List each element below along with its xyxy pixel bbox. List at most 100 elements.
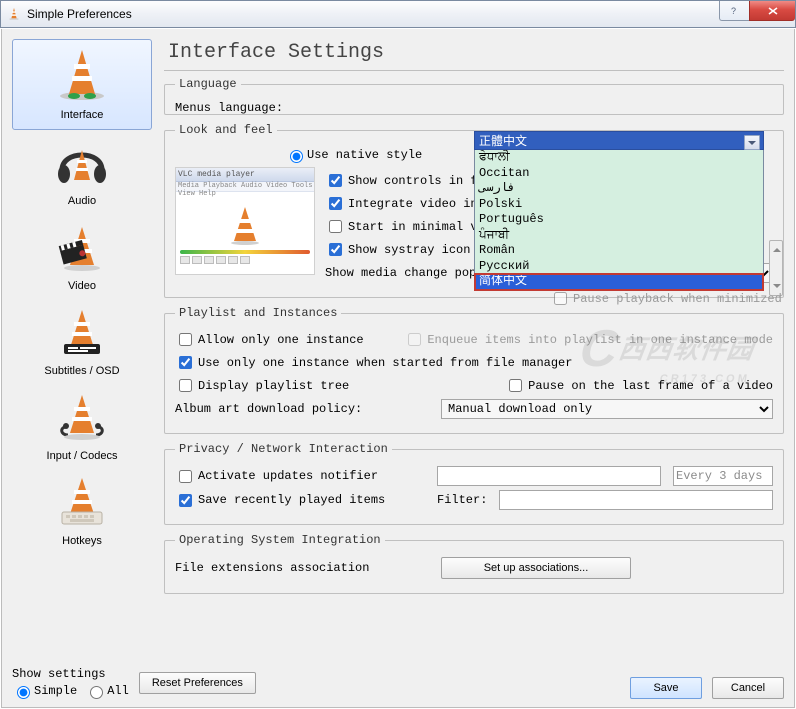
sidebar-item-video[interactable]: Video (12, 215, 152, 300)
sidebar-item-label: Interface (15, 109, 149, 121)
fieldset-legend: Privacy / Network Interaction (175, 442, 392, 456)
window-help-button[interactable]: ? (719, 1, 749, 21)
checkbox-input[interactable] (179, 494, 192, 507)
checkbox-input[interactable] (179, 379, 192, 392)
cone-headphones-icon (52, 136, 112, 188)
dropdown-option-highlighted[interactable]: 简体中文 (475, 274, 763, 290)
fieldset-legend: Language (175, 77, 241, 91)
menus-language-dropdown-list[interactable]: ਫੇਧਾਲੀ Occitan ﻓﺎﺭﺳﯽ Polski Português ਪੰ… (474, 150, 764, 291)
title-divider (164, 70, 784, 71)
cone-keyboard-icon (52, 476, 112, 528)
checkbox-input[interactable] (329, 197, 342, 210)
menus-language-label: Menus language: (175, 101, 283, 115)
checkbox-label: Show systray icon (348, 243, 470, 257)
cone-icon (50, 46, 114, 102)
style-preview: VLC media player Media Playback Audio Vi… (175, 167, 315, 275)
show-settings-group: Show settings Simple All (12, 667, 129, 699)
filter-label: Filter: (437, 493, 487, 507)
radio-label: All (107, 684, 129, 698)
window-title: Simple Preferences (27, 7, 132, 21)
pause-last-frame-checkbox[interactable]: Pause on the last frame of a video (505, 376, 773, 395)
cancel-button[interactable]: Cancel (712, 677, 784, 699)
os-integration-fieldset: Operating System Integration File extens… (164, 533, 784, 594)
checkbox-input (408, 333, 421, 346)
checkbox-label: Pause playback when minimized (573, 292, 782, 306)
svg-text:?: ? (731, 6, 736, 16)
checkbox-label: Pause on the last frame of a video (528, 379, 773, 393)
dropdown-option[interactable]: Português (475, 212, 763, 228)
radio-input[interactable] (290, 150, 303, 163)
page-title: Interface Settings (168, 41, 784, 64)
fieldset-legend: Operating System Integration (175, 533, 385, 547)
dropdown-option[interactable]: ਫੇਧਾਲੀ (475, 150, 763, 166)
checkbox-input[interactable] (329, 174, 342, 187)
fieldset-legend: Playlist and Instances (175, 306, 341, 320)
sidebar-item-interface[interactable]: Interface (12, 39, 152, 130)
checkbox-label: Use only one instance when started from … (198, 356, 572, 370)
sidebar-item-label: Audio (14, 195, 150, 207)
show-systray-checkbox[interactable]: Show systray icon (325, 240, 470, 259)
native-style-radio[interactable]: Use native style (285, 147, 422, 163)
pause-when-minimized-checkbox[interactable]: Pause playback when minimized (550, 289, 782, 308)
file-assoc-label: File extensions association (175, 561, 425, 575)
fieldset-legend: Look and feel (175, 123, 277, 137)
window-close-button[interactable] (749, 1, 795, 21)
checkbox-input[interactable] (509, 379, 522, 392)
sidebar-item-label: Input / Codecs (14, 450, 150, 462)
checkbox-input[interactable] (329, 220, 342, 233)
use-one-instance-fm-checkbox[interactable]: Use only one instance when started from … (175, 353, 572, 372)
radio-input[interactable] (90, 686, 103, 699)
display-playlist-tree-checkbox[interactable]: Display playlist tree (175, 376, 349, 395)
checkbox-input[interactable] (179, 470, 192, 483)
allow-one-instance-checkbox[interactable]: Allow only one instance (175, 330, 364, 349)
sidebar-item-audio[interactable]: Audio (12, 130, 152, 215)
checkbox-input[interactable] (329, 243, 342, 256)
show-settings-label: Show settings (12, 667, 129, 681)
language-fieldset: Language Menus language: (164, 77, 784, 115)
sidebar: Interface Audio (12, 39, 152, 659)
sidebar-item-subtitles[interactable]: Subtitles / OSD (12, 300, 152, 385)
sidebar-item-label: Video (14, 280, 150, 292)
enqueue-checkbox: Enqueue items into playlist in one insta… (404, 330, 773, 349)
select-value: 正體中文 (479, 132, 527, 149)
dropdown-option[interactable]: ਪੰਜਾਬੀ (475, 228, 763, 244)
look-feel-scrollbar[interactable] (769, 240, 783, 296)
reset-preferences-button[interactable]: Reset Preferences (139, 672, 256, 694)
album-art-label: Album art download policy: (175, 402, 425, 416)
checkbox-label: Allow only one instance (198, 333, 364, 347)
setup-associations-button[interactable]: Set up associations... (441, 557, 631, 579)
checkbox-input[interactable] (179, 356, 192, 369)
save-recent-checkbox[interactable]: Save recently played items (175, 491, 425, 510)
playlist-fieldset: Playlist and Instances Allow only one in… (164, 306, 784, 434)
dropdown-option[interactable]: Polski (475, 197, 763, 213)
save-button[interactable]: Save (630, 677, 702, 699)
dropdown-option[interactable]: ﻓﺎﺭﺳﯽ (475, 181, 763, 197)
cone-text-icon (52, 306, 112, 358)
show-settings-all-radio[interactable]: All (85, 683, 129, 699)
update-frequency-field (673, 466, 773, 486)
dropdown-option[interactable]: Român (475, 243, 763, 259)
checkbox-input[interactable] (179, 333, 192, 346)
checkbox-input[interactable] (554, 292, 567, 305)
cone-clapper-icon (52, 221, 112, 273)
radio-label: Use native style (307, 148, 422, 162)
privacy-fieldset: Privacy / Network Interaction Activate u… (164, 442, 784, 525)
sidebar-item-hotkeys[interactable]: Hotkeys (12, 470, 152, 555)
titlebar: Simple Preferences ? (0, 0, 796, 28)
radio-input[interactable] (17, 686, 30, 699)
update-slider-track (437, 466, 661, 486)
album-art-select[interactable]: Manual download only (441, 399, 773, 419)
activate-updates-checkbox[interactable]: Activate updates notifier (175, 467, 425, 486)
menus-language-select[interactable]: 正體中文 (474, 131, 764, 150)
media-popup-label: Show media change popup: (325, 266, 498, 280)
show-settings-simple-radio[interactable]: Simple (12, 683, 77, 699)
filter-input[interactable] (499, 490, 773, 510)
radio-label: Simple (34, 684, 77, 698)
sidebar-item-label: Subtitles / OSD (14, 365, 150, 377)
dropdown-option[interactable]: Occitan (475, 166, 763, 182)
checkbox-label: Save recently played items (198, 493, 385, 507)
dropdown-option[interactable]: Русский (475, 259, 763, 275)
checkbox-label: Activate updates notifier (198, 469, 378, 483)
cone-cables-icon (52, 391, 112, 443)
sidebar-item-input-codecs[interactable]: Input / Codecs (12, 385, 152, 470)
